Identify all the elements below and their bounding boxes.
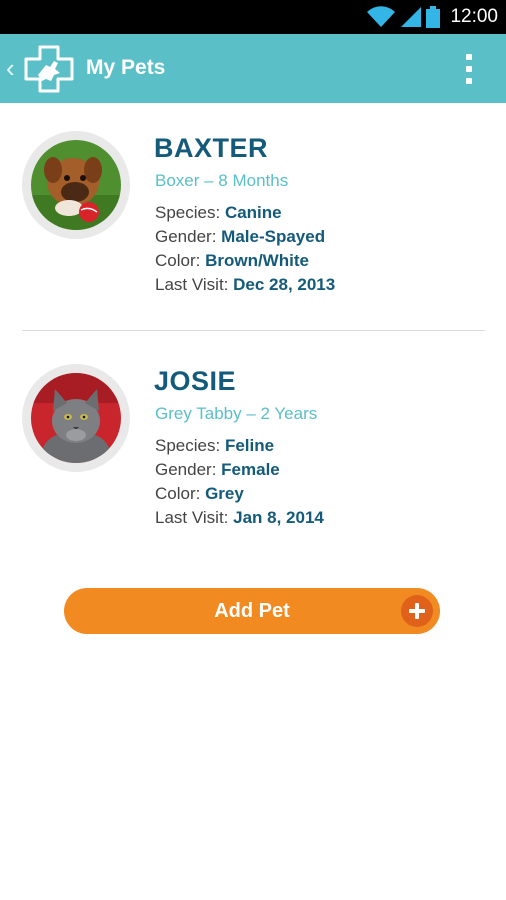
color-label: Color: — [155, 484, 206, 503]
app-bar: ‹ My Pets — [0, 34, 506, 103]
last-visit-row: Last Visit: Jan 8, 2014 — [155, 506, 324, 530]
status-bar: 12:00 — [0, 0, 506, 34]
gender-label: Gender: — [155, 460, 222, 479]
divider — [22, 330, 485, 331]
pet-breed-age: Grey Tabby – 2 Years — [155, 404, 318, 423]
pet-photo — [31, 373, 121, 463]
overflow-menu-icon[interactable] — [460, 52, 478, 86]
species-value: Feline — [224, 436, 275, 455]
signal-icon — [401, 7, 422, 27]
color-value: Grey — [205, 484, 244, 503]
pet-name: JOSIE — [154, 366, 237, 396]
last-visit-value: Jan 8, 2014 — [233, 508, 324, 527]
color-row: Color: Grey — [155, 482, 324, 506]
pet-list-item[interactable]: BAXTER Boxer – 8 Months Species: Canine … — [0, 103, 506, 303]
battery-icon — [426, 6, 441, 28]
species-label: Species: — [155, 203, 225, 222]
pet-breed-age: Boxer – 8 Months — [155, 171, 289, 190]
color-label: Color: — [155, 251, 206, 270]
avatar — [22, 364, 130, 472]
avatar — [22, 131, 130, 239]
gender-row: Gender: Male-Spayed — [155, 225, 335, 249]
pet-photo — [31, 140, 121, 230]
plus-circle-icon — [401, 595, 433, 627]
color-row: Color: Brown/White — [155, 249, 335, 273]
add-pet-button[interactable]: Add Pet — [64, 588, 440, 634]
gender-value: Male-Spayed — [221, 227, 326, 246]
color-value: Brown/White — [205, 251, 309, 270]
pet-details: Species: Canine Gender: Male-Spayed Colo… — [155, 201, 335, 297]
last-visit-label: Last Visit: — [155, 275, 234, 294]
gender-label: Gender: — [155, 227, 222, 246]
status-icons: 12:00 — [366, 0, 498, 34]
last-visit-value: Dec 28, 2013 — [233, 275, 336, 294]
pet-name: BAXTER — [154, 133, 269, 163]
chevron-left-icon[interactable]: ‹ — [6, 54, 15, 82]
last-visit-label: Last Visit: — [155, 508, 234, 527]
pet-list-item[interactable]: JOSIE Grey Tabby – 2 Years Species: Feli… — [0, 336, 506, 536]
gender-value: Female — [221, 460, 280, 479]
add-pet-label: Add Pet — [214, 600, 290, 622]
species-value: Canine — [224, 203, 282, 222]
last-visit-row: Last Visit: Dec 28, 2013 — [155, 273, 335, 297]
page-title: My Pets — [86, 56, 166, 79]
gender-row: Gender: Female — [155, 458, 324, 482]
status-time: 12:00 — [450, 6, 498, 27]
wifi-icon — [367, 6, 396, 27]
species-row: Species: Canine — [155, 201, 335, 225]
pet-details: Species: Feline Gender: Female Color: Gr… — [155, 434, 324, 530]
pet-cross-logo-icon[interactable] — [24, 45, 74, 93]
species-label: Species: — [155, 436, 225, 455]
species-row: Species: Feline — [155, 434, 324, 458]
